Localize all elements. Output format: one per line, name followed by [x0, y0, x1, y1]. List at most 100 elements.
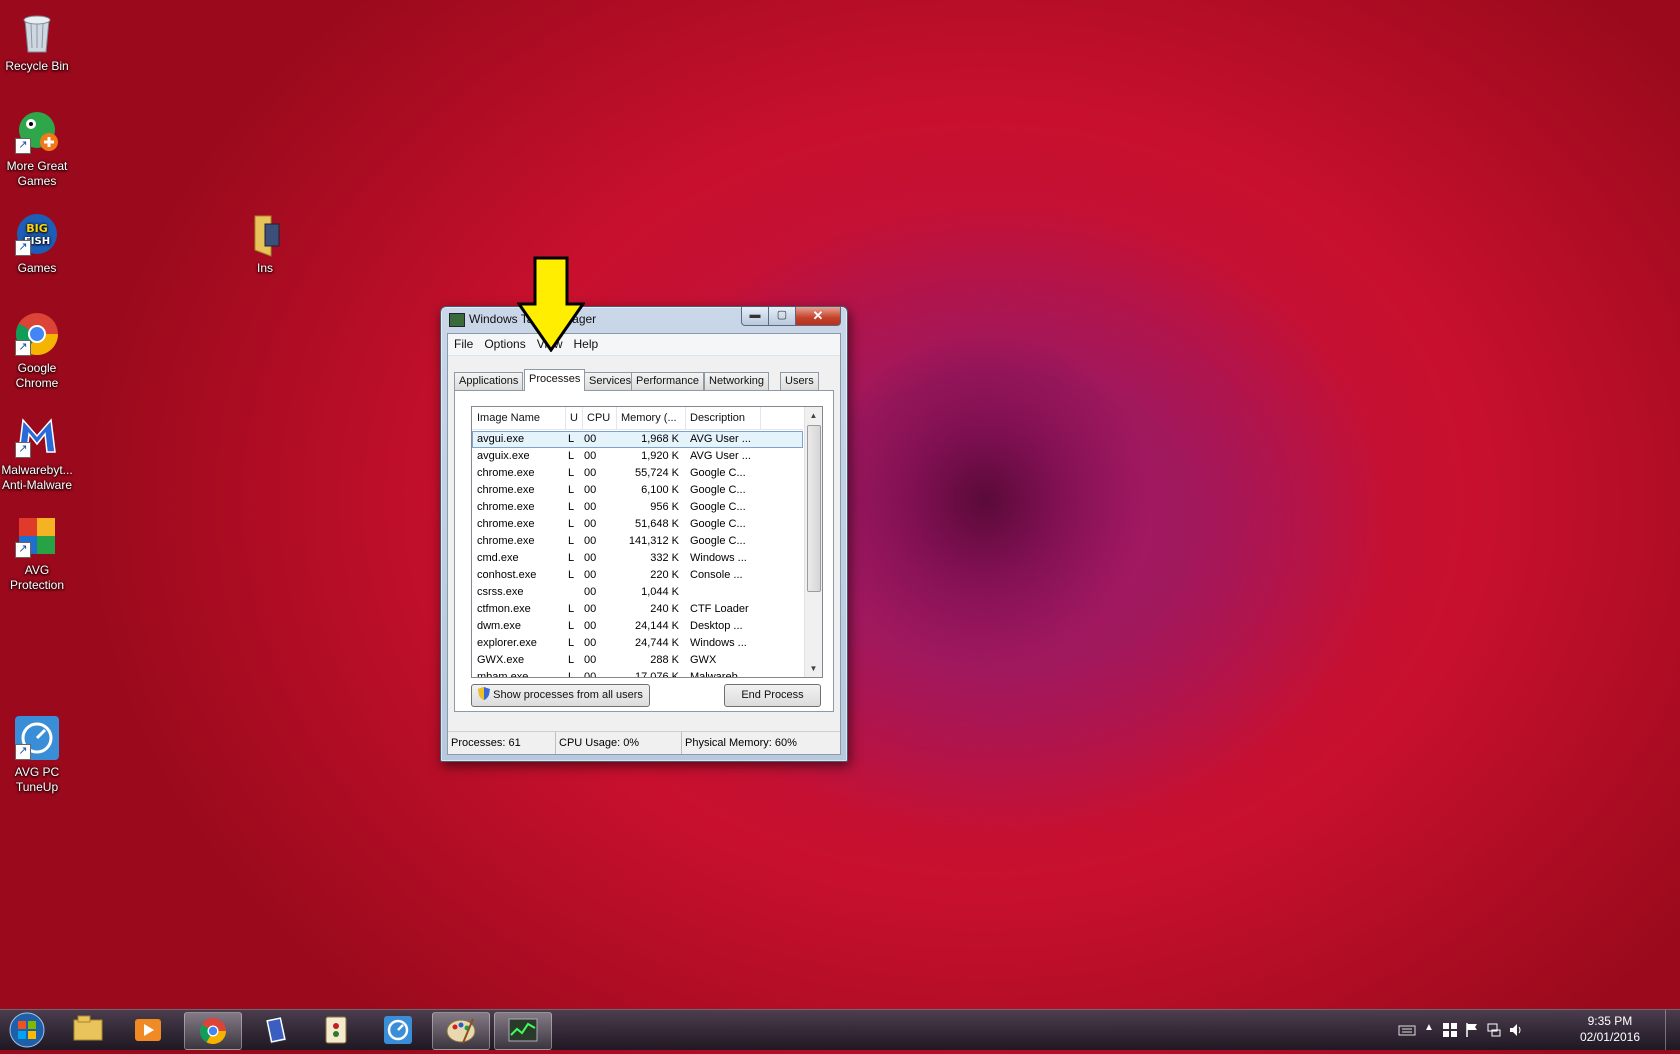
cell-memory: 24,744 K	[634, 637, 679, 649]
start-button[interactable]	[4, 1011, 50, 1049]
avg-tuneup-icon	[384, 1016, 412, 1044]
network-icon[interactable]	[1486, 1022, 1502, 1038]
cell-cpu: 00	[584, 671, 597, 678]
taskbar-media-player[interactable]	[120, 1012, 176, 1048]
keyboard-icon[interactable]	[1398, 1022, 1416, 1038]
show-hidden-icons-icon[interactable]: ▲	[1424, 1022, 1434, 1033]
table-row[interactable]: conhost.exe L 00 220 K Console ...	[472, 567, 803, 584]
column-user[interactable]: U	[565, 407, 583, 429]
minimize-button[interactable]: ▬	[741, 307, 769, 326]
table-row[interactable]: avguix.exe L 00 1,920 K AVG User ...	[472, 448, 803, 465]
cell-user: L	[568, 671, 575, 678]
desktop-icon-label: AVG PC TuneUp	[14, 765, 60, 794]
desktop-icon-recycle-bin[interactable]: Recycle Bin	[0, 8, 77, 74]
tab-processes[interactable]: Processes	[524, 369, 586, 391]
cell-user	[568, 584, 578, 601]
volume-icon[interactable]	[1508, 1022, 1524, 1038]
table-row[interactable]: chrome.exe L 00 55,724 K Google C...	[472, 465, 803, 482]
cell-user: L	[568, 450, 575, 462]
table-row[interactable]: GWX.exe L 00 288 K GWX	[472, 652, 803, 669]
list-header: Image Name U CPU Memory (... Description	[472, 407, 803, 430]
mahjong-tile-icon	[325, 1016, 347, 1044]
clock[interactable]: 9:35 PM 02/01/2016	[1580, 1013, 1640, 1045]
tab-performance[interactable]: Performance	[631, 372, 704, 390]
cell-memory: 332 K	[650, 552, 679, 564]
table-row[interactable]: cmd.exe L 00 332 K Windows ...	[472, 550, 803, 567]
vertical-scrollbar[interactable]: ▲ ▼	[804, 407, 822, 677]
taskbar-avg-tuneup[interactable]	[370, 1012, 426, 1048]
task-manager-window: Windows Task Manager ▬ ▢ ✕ FileOptionsVi…	[440, 306, 848, 762]
cell-cpu: 00	[584, 450, 597, 462]
taskbar: ▲ 9:35 PM 02/01/2016	[0, 1009, 1680, 1050]
action-center-flag-icon[interactable]	[1464, 1022, 1480, 1038]
cell-user: L	[568, 484, 575, 496]
uac-shield-icon	[478, 687, 491, 700]
shortcut-arrow-icon: ↗	[15, 442, 31, 458]
desktop-icon-malwarebytes[interactable]: ↗ Malwarebyt... Anti-Malware	[0, 412, 77, 493]
table-row[interactable]: chrome.exe L 00 956 K Google C...	[472, 499, 803, 516]
malwarebytes-icon: ↗	[13, 412, 61, 460]
scroll-up-icon[interactable]: ▲	[805, 407, 822, 424]
column-cpu[interactable]: CPU	[582, 407, 617, 429]
cell-image-name: explorer.exe	[477, 637, 537, 649]
desktop-icon-more-great-games[interactable]: ↗ More Great Games	[0, 108, 77, 189]
windows-orb-icon	[9, 1012, 45, 1048]
table-row[interactable]: dwm.exe L 00 24,144 K Desktop ...	[472, 618, 803, 635]
taskbar-explorer[interactable]	[60, 1012, 116, 1048]
cell-description: Google C...	[690, 535, 746, 547]
taskbar-task-manager[interactable]	[494, 1012, 552, 1050]
desktop-icon-avg-protection[interactable]: ↗ AVG Protection	[0, 512, 77, 593]
table-row[interactable]: csrss.exe 00 1,044 K	[472, 584, 803, 601]
windows-flag-icon[interactable]	[1442, 1022, 1458, 1038]
table-row[interactable]: chrome.exe L 00 141,312 K Google C...	[472, 533, 803, 550]
desktop-icon-label: Ins	[256, 261, 273, 275]
cell-cpu: 00	[584, 484, 597, 496]
desktop-icon-ins[interactable]: Ins	[225, 210, 305, 276]
column-memory[interactable]: Memory (...	[616, 407, 686, 429]
cell-memory: 51,648 K	[634, 518, 679, 530]
process-list[interactable]: Image Name U CPU Memory (... Description…	[471, 406, 823, 678]
show-desktop-button[interactable]	[1665, 1010, 1680, 1050]
cell-description: GWX	[690, 654, 717, 666]
cell-user: L	[568, 637, 575, 649]
cell-memory: 24,144 K	[634, 620, 679, 632]
cell-user: L	[568, 535, 575, 547]
table-row[interactable]: avgui.exe L 00 1,968 K AVG User ...	[472, 431, 803, 448]
shortcut-arrow-icon: ↗	[15, 542, 31, 558]
taskbar-paint[interactable]	[432, 1012, 490, 1050]
cell-image-name: dwm.exe	[477, 620, 522, 632]
table-row[interactable]: chrome.exe L 00 51,648 K Google C...	[472, 516, 803, 533]
scroll-down-icon[interactable]: ▼	[805, 660, 822, 677]
cell-description	[690, 584, 758, 601]
taskbar-chrome[interactable]	[184, 1012, 242, 1050]
show-all-processes-button[interactable]: Show processes from all users	[471, 684, 650, 707]
taskbar-solitaire[interactable]	[308, 1012, 364, 1048]
cell-cpu: 00	[584, 569, 597, 581]
scroll-thumb[interactable]	[807, 425, 821, 592]
window-client: FileOptionsViewHelp Applications Process…	[447, 333, 841, 755]
cell-cpu: 00	[584, 603, 597, 615]
maximize-button[interactable]: ▢	[768, 307, 796, 326]
tab-networking[interactable]: Networking	[704, 372, 770, 390]
end-process-button[interactable]: End Process	[724, 684, 821, 707]
table-row[interactable]: explorer.exe L 00 24,744 K Windows ...	[472, 635, 803, 652]
desktop-icon-games[interactable]: BIG FISH ↗ Games	[0, 210, 77, 276]
table-row[interactable]: ctfmon.exe L 00 240 K CTF Loader	[472, 601, 803, 618]
desktop-icon-google-chrome[interactable]: ↗ Google Chrome	[0, 310, 77, 391]
tab-services[interactable]: Services	[584, 372, 637, 390]
column-image-name[interactable]: Image Name	[472, 407, 566, 429]
folder-icon	[73, 1015, 103, 1041]
taskbar-cards-app[interactable]	[248, 1012, 304, 1048]
column-description[interactable]: Description	[685, 407, 761, 429]
title-bar[interactable]: Windows Task Manager ▬ ▢ ✕	[441, 307, 847, 333]
desktop-icon-avg-pc-tuneup[interactable]: ↗ AVG PC TuneUp	[0, 714, 77, 795]
table-row[interactable]: chrome.exe L 00 6,100 K Google C...	[472, 482, 803, 499]
cell-description: Google C...	[690, 467, 746, 479]
tab-applications[interactable]: Applications	[454, 372, 524, 390]
table-row[interactable]: mbam.exe L 00 17,076 K Malwareb...	[472, 669, 803, 678]
close-button[interactable]: ✕	[795, 307, 841, 326]
tab-users[interactable]: Users	[780, 372, 819, 390]
menu-file[interactable]: File	[448, 334, 478, 351]
cell-user: L	[568, 467, 575, 479]
cell-memory: 55,724 K	[634, 467, 679, 479]
